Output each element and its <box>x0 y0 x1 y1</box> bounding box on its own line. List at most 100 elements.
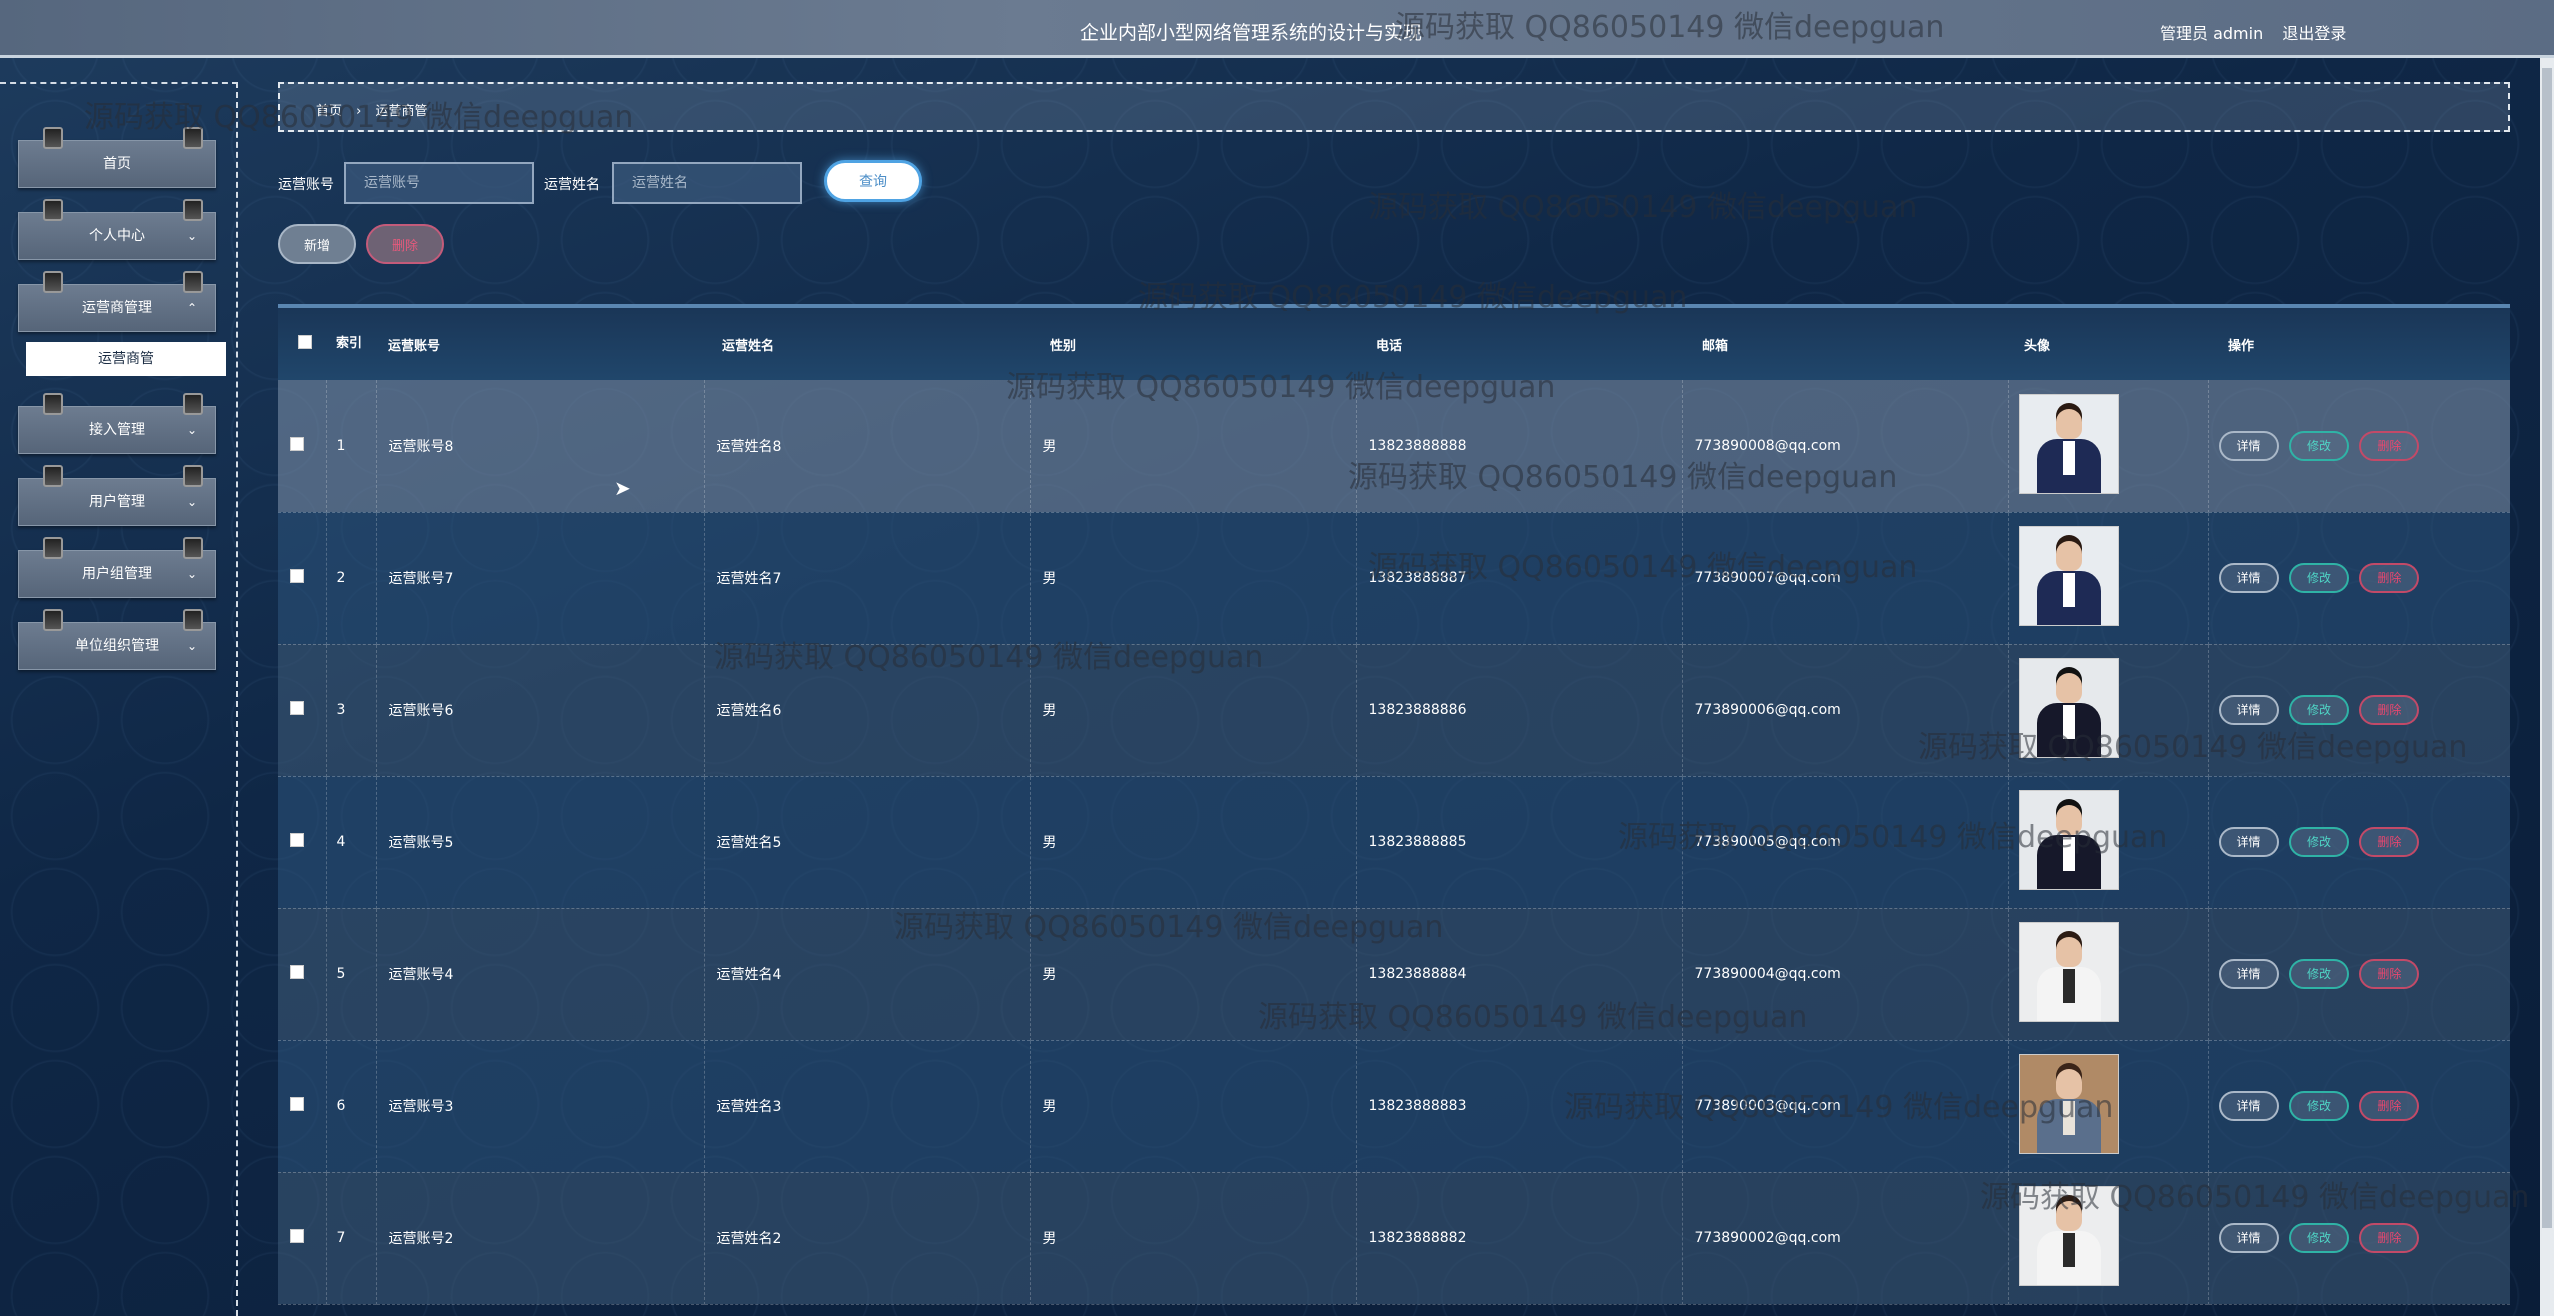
delete-button[interactable]: 删除 <box>2359 1091 2420 1121</box>
query-button[interactable]: 查询 <box>824 160 922 202</box>
delete-button[interactable]: 删除 <box>2359 695 2420 725</box>
sidebar-item-personal[interactable]: 个人中心 ⌄ <box>18 199 216 260</box>
detail-button[interactable]: 详情 <box>2218 827 2279 857</box>
cell-name: 运营姓名2 <box>704 1172 1031 1304</box>
delete-button[interactable]: 删除 <box>2359 827 2420 857</box>
page-scrollbar[interactable] <box>2540 58 2554 1316</box>
logout-link[interactable]: 退出登录 <box>2282 24 2346 43</box>
avatar <box>2018 790 2119 890</box>
detail-button[interactable]: 详情 <box>2218 959 2279 989</box>
cell-gender: 男 <box>1030 1172 1357 1304</box>
clip-icon <box>43 271 63 293</box>
sidebar-item-label: 运营商管理 <box>82 300 152 316</box>
cell-email: 773890005@qq.com <box>1682 776 2009 908</box>
delete-button[interactable]: 删除 <box>2359 1223 2420 1253</box>
add-button[interactable]: 新增 <box>278 224 356 264</box>
table-row[interactable]: 5 运营账号4 运营姓名4 男 13823888884 773890004@qq… <box>278 908 2510 1040</box>
cell-phone: 13823888887 <box>1356 512 1683 644</box>
cell-index: 5 <box>326 908 377 1040</box>
cell-gender: 男 <box>1030 1040 1357 1172</box>
delete-button[interactable]: 删除 <box>2359 563 2420 593</box>
account-input[interactable] <box>344 162 534 204</box>
col-gender: 性别 <box>1050 338 1077 354</box>
breadcrumb-home[interactable]: 首页 <box>316 104 342 119</box>
edit-button[interactable]: 修改 <box>2288 1091 2349 1121</box>
col-phone: 电话 <box>1376 338 1403 354</box>
row-checkbox[interactable] <box>290 569 304 583</box>
sidebar-item-org[interactable]: 单位组织管理 ⌄ <box>18 609 216 670</box>
top-bar: 企业内部小型网络管理系统的设计与实现 管理员 admin 退出登录 <box>0 0 2554 58</box>
delete-button[interactable]: 删除 <box>2359 430 2420 461</box>
cell-name: 运营姓名4 <box>704 908 1031 1040</box>
detail-button[interactable]: 详情 <box>2218 430 2279 461</box>
cell-index: 6 <box>326 1040 377 1172</box>
row-checkbox[interactable] <box>290 1229 304 1243</box>
row-checkbox[interactable] <box>290 965 304 979</box>
cell-index: 1 <box>326 380 377 512</box>
table-row[interactable]: 3 运营账号6 运营姓名6 男 13823888886 773890006@qq… <box>278 644 2510 776</box>
sidebar-item-operator[interactable]: 运营商管理 ⌃ <box>18 271 216 332</box>
table-row[interactable]: 1 运营账号8 运营姓名8 男 13823888888 773890008@qq… <box>278 380 2510 512</box>
delete-button[interactable]: 删除 <box>2359 959 2420 989</box>
cell-account: 运营账号6 <box>376 644 705 776</box>
edit-button[interactable]: 修改 <box>2288 827 2349 857</box>
sidebar-item-usergroups[interactable]: 用户组管理 ⌄ <box>18 537 216 598</box>
cell-index: 4 <box>326 776 377 908</box>
chevron-down-icon: ⌄ <box>186 423 197 437</box>
account-label: 运营账号 <box>278 177 334 193</box>
col-index: 索引 <box>336 336 363 351</box>
name-input[interactable] <box>612 162 802 204</box>
sidebar-item-label: 首页 <box>103 156 131 172</box>
cell-email: 773890008@qq.com <box>1682 380 2009 512</box>
detail-button[interactable]: 详情 <box>2218 695 2279 725</box>
cell-index: 3 <box>326 644 377 776</box>
row-checkbox[interactable] <box>290 436 304 451</box>
edit-button[interactable]: 修改 <box>2288 1223 2349 1253</box>
edit-button[interactable]: 修改 <box>2288 563 2349 593</box>
col-name: 运营姓名 <box>722 338 775 354</box>
detail-button[interactable]: 详情 <box>2218 563 2279 593</box>
table-row[interactable]: 4 运营账号5 运营姓名5 男 13823888885 773890005@qq… <box>278 776 2510 908</box>
sidebar-item-access[interactable]: 接入管理 ⌄ <box>18 393 216 454</box>
detail-button[interactable]: 详情 <box>2218 1091 2279 1121</box>
cell-phone: 13823888883 <box>1356 1040 1683 1172</box>
table-row[interactable]: 6 运营账号3 运营姓名3 男 13823888883 773890003@qq… <box>278 1040 2510 1172</box>
sidebar-item-label: 用户组管理 <box>82 566 152 582</box>
avatar-head <box>2055 673 2082 703</box>
avatar <box>2018 526 2119 626</box>
edit-button[interactable]: 修改 <box>2288 959 2349 989</box>
chevron-down-icon: ⌄ <box>186 639 197 653</box>
cell-account: 运营账号4 <box>376 908 705 1040</box>
user-label: 管理员 admin <box>2160 24 2264 43</box>
clip-icon <box>43 199 63 221</box>
user-area: 管理员 admin 退出登录 <box>2160 20 2360 44</box>
avatar <box>2018 658 2119 758</box>
cell-name: 运营姓名8 <box>704 380 1031 512</box>
avatar <box>2018 1186 2119 1286</box>
sidebar-subitem-operator[interactable]: 运营商管 <box>26 342 226 376</box>
sidebar-item-home[interactable]: 首页 <box>18 127 216 188</box>
avatar <box>2018 922 2119 1022</box>
table-row[interactable]: 7 运营账号2 运营姓名2 男 13823888882 773890002@qq… <box>278 1172 2510 1304</box>
row-checkbox[interactable] <box>290 1097 304 1111</box>
col-account: 运营账号 <box>388 338 441 354</box>
cell-gender: 男 <box>1030 908 1357 1040</box>
cell-name: 运营姓名5 <box>704 776 1031 908</box>
detail-button[interactable]: 详情 <box>2218 1223 2279 1253</box>
row-checkbox[interactable] <box>290 833 304 847</box>
cell-account: 运营账号8 <box>376 380 705 512</box>
edit-button[interactable]: 修改 <box>2288 430 2349 461</box>
select-all-checkbox[interactable] <box>298 335 312 349</box>
scrollbar-thumb[interactable] <box>2542 68 2552 1228</box>
cell-gender: 男 <box>1030 776 1357 908</box>
table-row[interactable]: 2 运营账号7 运营姓名7 男 13823888887 773890007@qq… <box>278 512 2510 644</box>
row-checkbox[interactable] <box>290 701 304 715</box>
sidebar-item-users[interactable]: 用户管理 ⌄ <box>18 465 216 526</box>
cell-phone: 13823888888 <box>1356 380 1683 512</box>
app-title: 企业内部小型网络管理系统的设计与实现 <box>1080 22 1423 44</box>
cell-account: 运营账号7 <box>376 512 705 644</box>
edit-button[interactable]: 修改 <box>2288 695 2349 725</box>
sidebar-item-label: 个人中心 <box>89 228 145 244</box>
bulk-delete-button[interactable]: 删除 <box>366 224 444 264</box>
cell-gender: 男 <box>1030 380 1357 512</box>
